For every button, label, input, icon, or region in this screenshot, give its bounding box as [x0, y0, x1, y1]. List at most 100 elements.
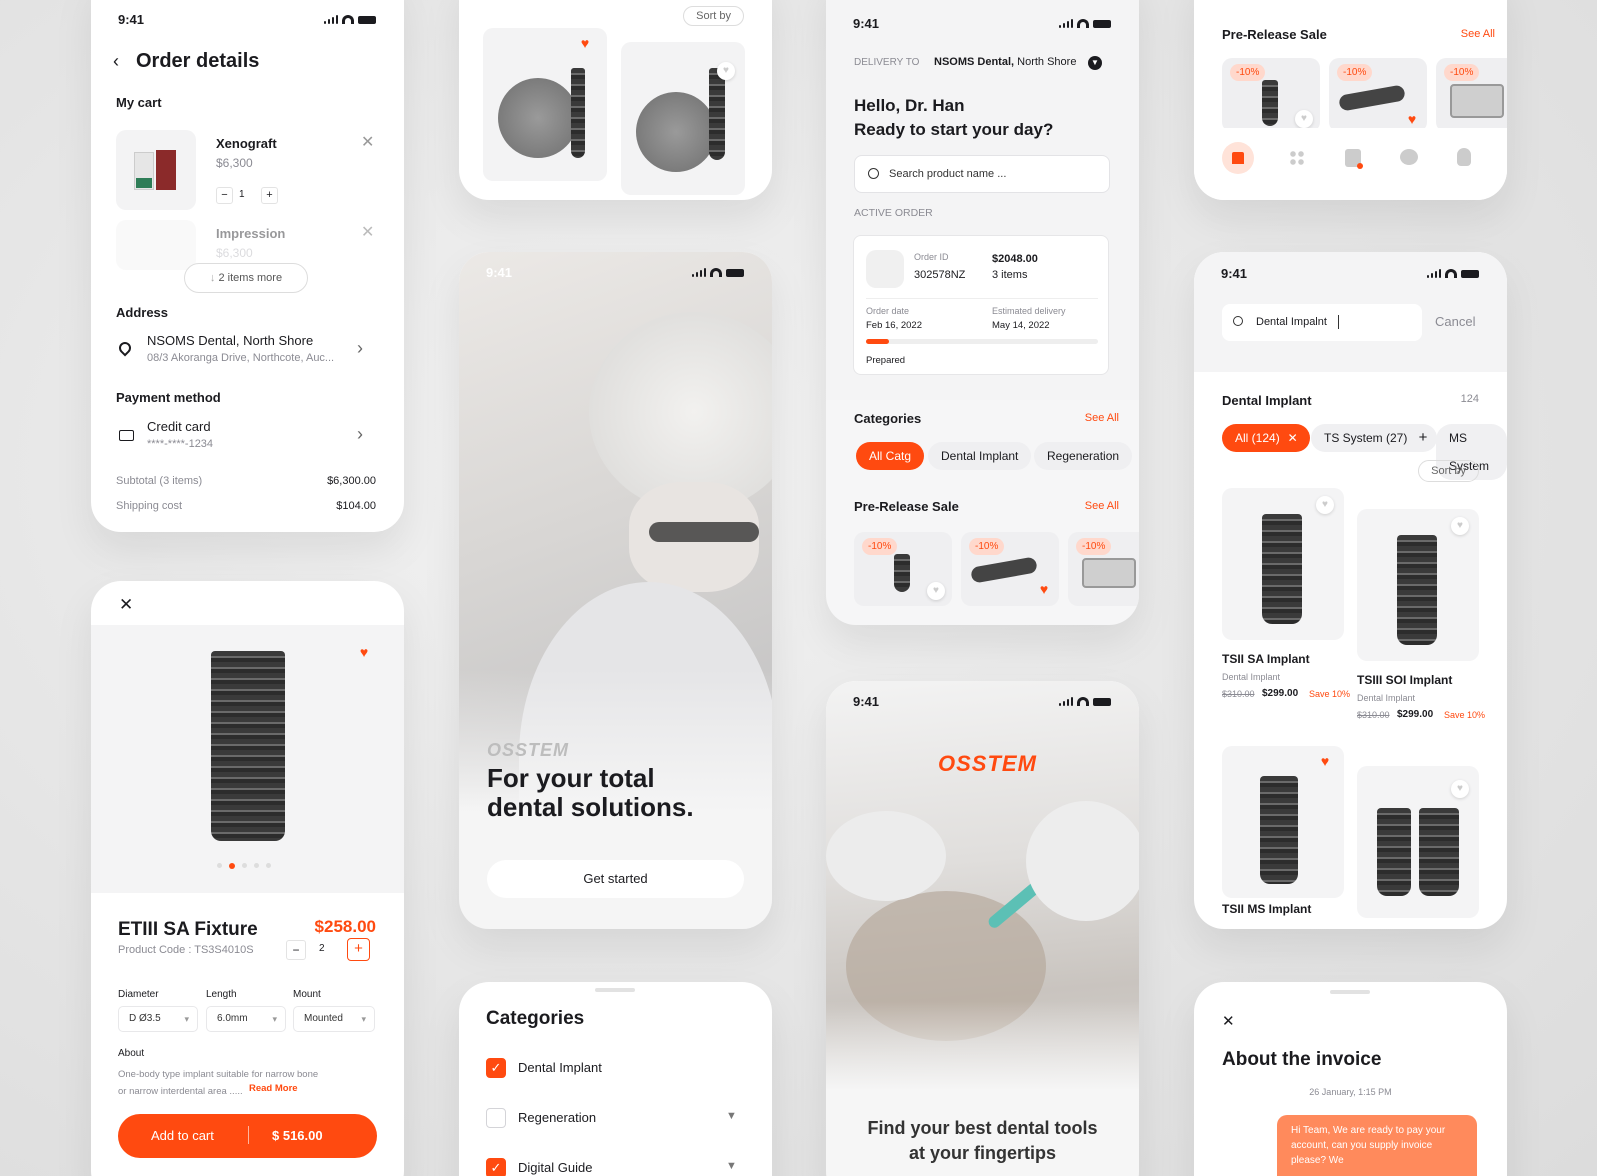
page-title: Order details: [136, 50, 260, 72]
diameter-select[interactable]: D Ø3.5: [118, 1006, 198, 1032]
filter-all[interactable]: All (124) ✕: [1222, 424, 1310, 452]
splash-screen: 9:41 OSSTEM For your total dental soluti…: [459, 252, 772, 929]
product-card[interactable]: ♥: [1357, 509, 1479, 661]
search-icon: [868, 168, 879, 179]
chip-all[interactable]: All Catg: [856, 442, 925, 470]
checkbox-dental-implant[interactable]: ✓: [486, 1058, 506, 1078]
address-line: 08/3 Akoranga Drive, Northcote, Auc...: [147, 352, 335, 364]
remove-icon[interactable]: ✕: [361, 132, 374, 152]
product-card[interactable]: ♥: [1357, 766, 1479, 918]
checkbox-regeneration[interactable]: [486, 1108, 506, 1128]
get-started-button[interactable]: Get started: [487, 860, 744, 898]
active-order-card[interactable]: Order ID 302578NZ $2048.00 3 items Order…: [853, 235, 1109, 375]
favorite-icon[interactable]: ♥: [1316, 752, 1334, 770]
sale-card[interactable]: -10%: [1436, 58, 1507, 132]
delivery-name: NSOMS Dental,: [934, 56, 1015, 68]
product-card[interactable]: ♥: [1222, 488, 1344, 640]
sort-button[interactable]: Sort by: [683, 6, 744, 26]
chat-icon[interactable]: [1400, 149, 1418, 165]
results-count: 124: [1460, 393, 1479, 405]
home-bottom-screen: Pre-Release Sale See All -10% ♥ -10% ♥ -10…: [1194, 0, 1507, 200]
tagline-line-2: at your fingertips: [908, 1143, 1056, 1163]
cart-item-name: Xenograft: [216, 136, 277, 151]
search-results-screen: 9:41 Dental Impalnt Cancel Dental Implan…: [1194, 252, 1507, 929]
see-all-link[interactable]: See All: [1085, 412, 1119, 424]
add-to-cart-label: Add to cart: [151, 1128, 214, 1143]
read-more-link[interactable]: Read More: [249, 1083, 298, 1094]
xenograft-thumbnail: [116, 130, 196, 210]
categories-icon[interactable]: [1289, 150, 1305, 166]
product-gallery[interactable]: ♥: [91, 625, 404, 893]
sale-card[interactable]: -10% ♥: [1329, 58, 1427, 132]
favorite-icon[interactable]: ♥: [927, 582, 945, 600]
favorite-icon[interactable]: ♥: [1403, 110, 1421, 128]
decrement-button[interactable]: −: [216, 187, 233, 204]
favorite-icon[interactable]: ♥: [1316, 496, 1334, 514]
mount-select[interactable]: Mounted: [293, 1006, 375, 1032]
profile-icon[interactable]: [1457, 148, 1471, 166]
discount-badge: -10%: [862, 538, 898, 555]
sheet-title: Categories: [486, 1008, 585, 1029]
checkbox-digital-guide[interactable]: ✓: [486, 1158, 506, 1176]
chevron-down-icon[interactable]: ▼: [726, 1110, 737, 1122]
product-card[interactable]: ♥: [483, 28, 607, 181]
search-input[interactable]: Search product name ...: [854, 155, 1110, 193]
favorite-icon[interactable]: ♥: [576, 34, 594, 52]
close-icon[interactable]: ✕: [1288, 424, 1298, 452]
remove-icon[interactable]: ✕: [361, 222, 374, 242]
status-bar: 9:41: [91, 12, 404, 36]
chip-regeneration[interactable]: Regeneration: [1034, 442, 1133, 470]
chevron-right-icon[interactable]: ›: [357, 338, 363, 359]
order-thumbnail: [866, 250, 904, 288]
decrement-button[interactable]: −: [286, 940, 306, 960]
show-more-button[interactable]: ↓ 2 items more: [184, 263, 308, 293]
chevron-down-icon[interactable]: ▼: [726, 1160, 737, 1172]
increment-button[interactable]: +: [261, 187, 278, 204]
product-code: Product Code : TS3S4010S: [118, 944, 254, 956]
home-icon[interactable]: [1222, 142, 1254, 174]
increment-button[interactable]: +: [347, 938, 370, 961]
chevron-down-icon[interactable]: ▼: [1088, 56, 1102, 70]
back-icon[interactable]: ‹: [113, 51, 119, 72]
sort-button[interactable]: Sort by: [1418, 460, 1479, 482]
product-category: Dental Implant: [1222, 672, 1281, 682]
sheet-handle[interactable]: [1330, 990, 1370, 994]
see-all-link[interactable]: See All: [1461, 28, 1495, 40]
close-icon[interactable]: ✕: [119, 595, 133, 615]
delivery-location[interactable]: NSOMS Dental, North Shore: [934, 56, 1076, 68]
length-select[interactable]: 6.0mm: [206, 1006, 286, 1032]
pre-release-heading: Pre-Release Sale: [1222, 27, 1327, 42]
favorite-icon[interactable]: ♥: [1451, 517, 1469, 535]
filter-ts-system[interactable]: TS System (27) +: [1311, 424, 1438, 452]
sale-card[interactable]: -10%: [1068, 532, 1139, 606]
sheet-handle[interactable]: [595, 988, 635, 992]
see-all-link[interactable]: See All: [1085, 500, 1119, 512]
product-category: Dental Implant: [1357, 693, 1416, 703]
close-icon[interactable]: ✕: [1222, 1012, 1235, 1030]
status-bar: 9:41: [459, 265, 772, 289]
battery-icon: [1093, 697, 1111, 706]
sale-card[interactable]: -10% ♥: [961, 532, 1059, 606]
chip-dental-implant[interactable]: Dental Implant: [928, 442, 1032, 470]
search-input[interactable]: Dental Impalnt: [1222, 304, 1422, 341]
add-to-cart-button[interactable]: Add to cart $ 516.00: [118, 1114, 377, 1158]
cart-item-name: Impression: [216, 226, 286, 241]
filter-all-label: All (124): [1235, 431, 1280, 445]
order-id: 302578NZ: [914, 269, 966, 281]
sale-card[interactable]: -10% ♥: [854, 532, 952, 606]
favorite-icon[interactable]: ♥: [1451, 780, 1469, 798]
sale-card[interactable]: -10% ♥: [1222, 58, 1320, 132]
chevron-right-icon[interactable]: ›: [357, 424, 363, 445]
product-card[interactable]: ♥: [621, 42, 745, 195]
search-placeholder: Search product name ...: [889, 168, 1007, 180]
plus-icon[interactable]: +: [1419, 424, 1428, 452]
favorite-icon[interactable]: ♥: [717, 62, 735, 80]
product-card[interactable]: ♥: [1222, 746, 1344, 898]
favorite-icon[interactable]: ♥: [355, 643, 373, 661]
tagline-line-1: Find your best dental tools: [867, 1118, 1098, 1138]
cancel-button[interactable]: Cancel: [1435, 314, 1475, 329]
favorite-icon[interactable]: ♥: [1035, 580, 1053, 598]
cart-icon[interactable]: [1345, 149, 1363, 169]
favorite-icon[interactable]: ♥: [1295, 110, 1313, 128]
carousel-dots[interactable]: [217, 863, 271, 869]
